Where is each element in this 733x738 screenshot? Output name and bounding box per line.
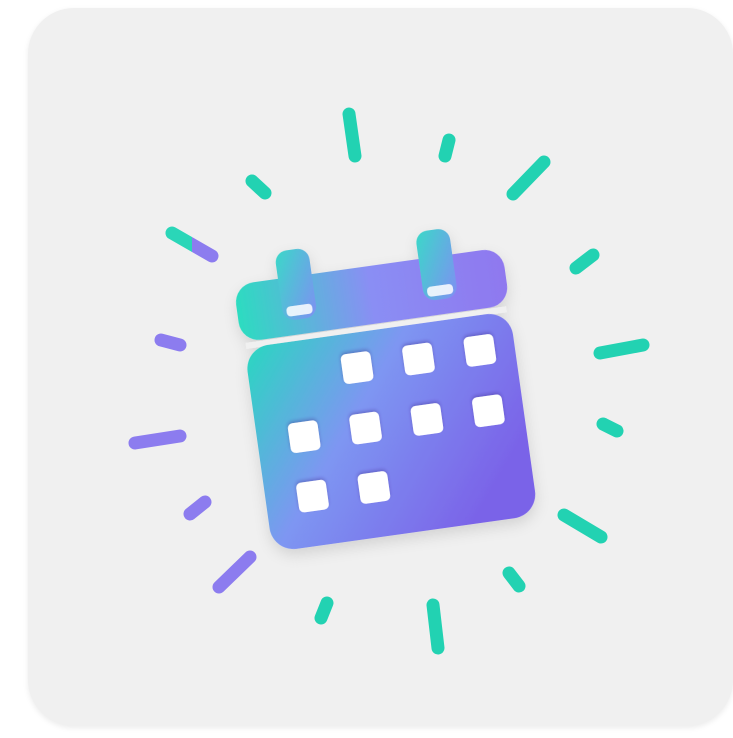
day-cell <box>296 479 329 513</box>
day-cell <box>402 342 435 376</box>
day-cell <box>472 394 505 428</box>
day-cell <box>357 471 391 504</box>
day-cell <box>463 334 497 367</box>
burst-ray <box>438 133 456 163</box>
burst-ray <box>593 338 650 360</box>
burst-ray <box>506 155 551 201</box>
app-icon[interactable] <box>0 0 733 738</box>
day-cell <box>287 420 321 453</box>
day-cell <box>340 351 374 384</box>
burst-ray <box>154 333 187 352</box>
calendar-illustration <box>128 107 650 655</box>
burst-ray <box>502 566 526 593</box>
burst-ray <box>183 495 212 521</box>
calendar-body <box>235 229 536 550</box>
burst-ray <box>245 174 272 200</box>
day-cell <box>410 403 444 436</box>
day-cell <box>349 411 382 445</box>
burst-ray <box>128 429 187 450</box>
burst-ray <box>596 417 624 438</box>
burst-ray <box>212 550 257 594</box>
burst-ray <box>426 598 445 655</box>
burst-ray <box>569 248 600 275</box>
burst-ray <box>557 508 608 544</box>
burst-ray <box>342 107 362 163</box>
burst-ray <box>314 596 334 625</box>
burst-ray <box>165 226 219 263</box>
